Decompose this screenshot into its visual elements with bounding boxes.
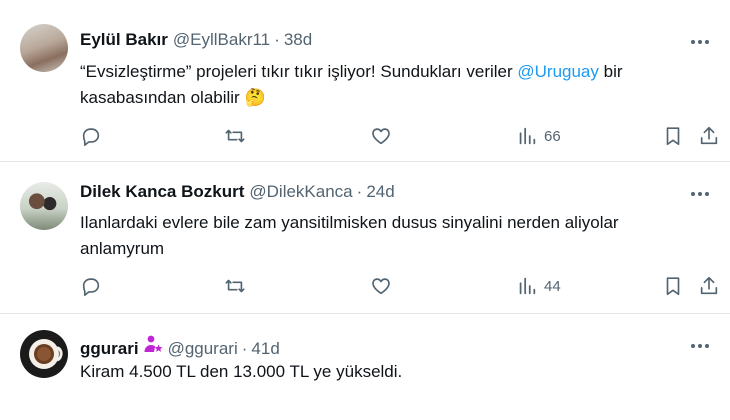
author-name[interactable]: Dilek Kanca Bozkurt: [80, 182, 244, 202]
tweet-text: “Evsizleştirme” projeleri tıkır tıkır iş…: [80, 59, 700, 111]
views-count: 66: [544, 127, 561, 145]
like-button[interactable]: [370, 273, 392, 299]
like-button[interactable]: [370, 123, 392, 149]
person-star-badge-icon: [143, 334, 163, 359]
views-icon: [519, 277, 536, 295]
reply-button[interactable]: [80, 273, 102, 299]
tweet-3[interactable]: ggurari @ggurari · 41d Kiram 4.500 TL de…: [0, 314, 730, 420]
share-icon: [700, 126, 718, 145]
retweet-button[interactable]: [224, 273, 246, 299]
action-bar: 66: [80, 123, 720, 149]
bookmark-button[interactable]: [662, 123, 684, 149]
tweet-header: ggurari @ggurari · 41d: [80, 334, 280, 359]
heart-icon: [372, 278, 390, 295]
author-handle[interactable]: @EyllBakr11: [173, 30, 270, 50]
tweet-1[interactable]: Eylül Bakır @EyllBakr11 · 38d “Evsizleşt…: [0, 0, 730, 162]
reply-icon: [82, 278, 100, 296]
share-icon: [700, 276, 718, 295]
retweet-button[interactable]: [224, 123, 246, 149]
more-icon[interactable]: [686, 336, 714, 356]
author-handle[interactable]: @ggurari: [168, 339, 238, 359]
author-handle[interactable]: @DilekKanca: [249, 182, 352, 202]
tweet-header: Eylül Bakır @EyllBakr11 · 38d: [80, 30, 312, 50]
author-name[interactable]: ggurari: [80, 339, 139, 359]
reply-button[interactable]: [80, 123, 102, 149]
retweet-icon: [225, 279, 245, 293]
views-icon: [519, 127, 536, 145]
views-button[interactable]: 44: [516, 273, 561, 299]
heart-icon: [372, 128, 390, 145]
timestamp[interactable]: 24d: [366, 182, 394, 202]
more-icon[interactable]: [686, 32, 714, 52]
avatar[interactable]: [20, 182, 68, 230]
reply-icon: [82, 128, 100, 146]
mention-link[interactable]: @Uruguay: [517, 62, 599, 81]
action-bar: 44: [80, 273, 720, 299]
bookmark-icon: [666, 277, 680, 296]
more-icon[interactable]: [686, 184, 714, 204]
share-button[interactable]: [698, 273, 720, 299]
tweet-2[interactable]: Dilek Kanca Bozkurt @DilekKanca · 24d Il…: [0, 162, 730, 314]
author-name[interactable]: Eylül Bakır: [80, 30, 168, 50]
thinking-emoji: 🤔: [244, 88, 266, 107]
retweet-icon: [225, 129, 245, 143]
separator-dot: ·: [356, 182, 363, 201]
share-button[interactable]: [698, 123, 720, 149]
timestamp[interactable]: 41d: [251, 339, 279, 359]
tweet-header: Dilek Kanca Bozkurt @DilekKanca · 24d: [80, 182, 395, 202]
bookmark-button[interactable]: [662, 273, 684, 299]
tweet-text-start: “Evsizleştirme” projeleri tıkır tıkır iş…: [80, 62, 518, 81]
bookmark-icon: [666, 127, 680, 146]
avatar[interactable]: [20, 330, 68, 378]
avatar[interactable]: [20, 24, 68, 72]
timestamp[interactable]: 38d: [284, 30, 312, 50]
coffee-cup-image: [29, 339, 63, 369]
views-count: 44: [544, 277, 561, 295]
tweet-text: Ilanlardaki evlere bile zam yansitilmisk…: [80, 213, 619, 258]
separator-dot: ·: [274, 30, 280, 49]
separator-dot: ·: [241, 339, 248, 358]
views-button[interactable]: 66: [516, 123, 561, 149]
tweet-text: Kiram 4.500 TL den 13.000 TL ye yükseldi…: [80, 362, 403, 381]
